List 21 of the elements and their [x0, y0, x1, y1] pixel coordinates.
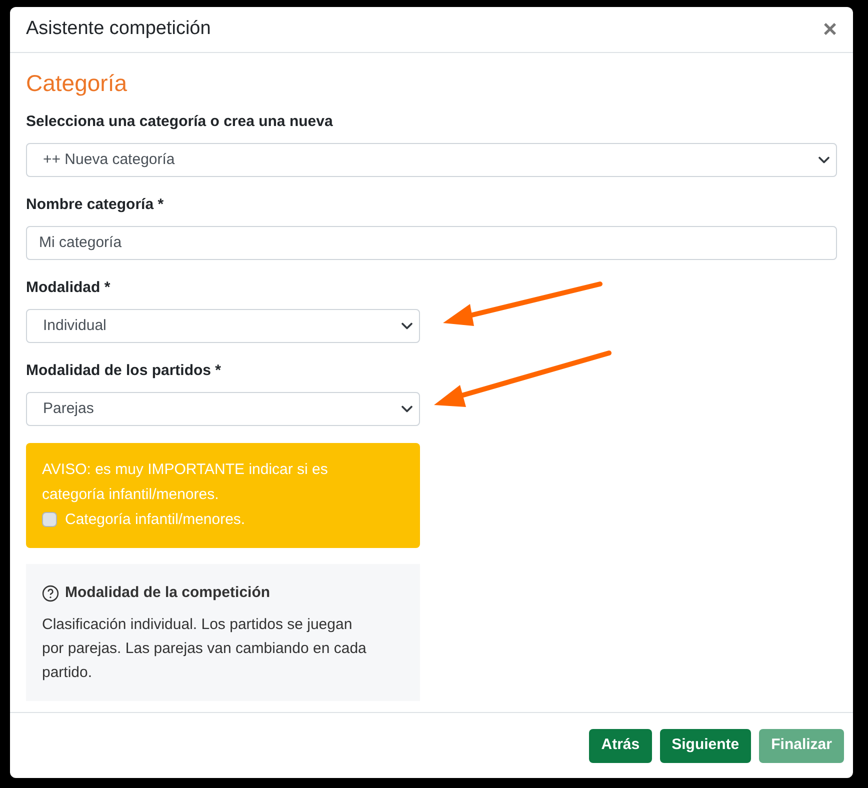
select-field[interactable]: ++ Nueva categoría	[26, 143, 837, 177]
footer-button[interactable]: Atrás	[589, 728, 652, 762]
help-icon	[42, 584, 59, 602]
field-label: Modalidad de los partidos *	[26, 361, 222, 381]
field-label: Nombre categoría *	[26, 195, 165, 215]
info-title: Modalidad de la competición	[65, 583, 270, 603]
section-title: Categoría	[26, 69, 128, 97]
chevron-down-icon	[401, 320, 413, 332]
close-button[interactable]: ×	[822, 18, 837, 42]
select-field[interactable]: Parejas	[26, 392, 420, 426]
footer-button[interactable]: Siguiente	[660, 728, 752, 762]
checkbox[interactable]	[42, 512, 57, 527]
chevron-down-icon	[401, 403, 413, 415]
text-field[interactable]: Mi categoría	[26, 226, 837, 260]
field-label: Selecciona una categoría o crea una nueva	[26, 112, 334, 132]
chevron-down-icon	[818, 154, 830, 166]
select-field[interactable]: Individual	[26, 309, 420, 343]
field-label: Modalidad *	[26, 278, 112, 298]
warning-text: AVISO: es muy IMPORTANTE indicar si es categoría infantil/menores.	[42, 460, 329, 505]
dialog-title: Asistente competición	[26, 17, 211, 42]
info-text: Clasificación individual. Los partidos se juegan por parejas. Las parejas van cambiando en cada partido.	[42, 614, 368, 682]
